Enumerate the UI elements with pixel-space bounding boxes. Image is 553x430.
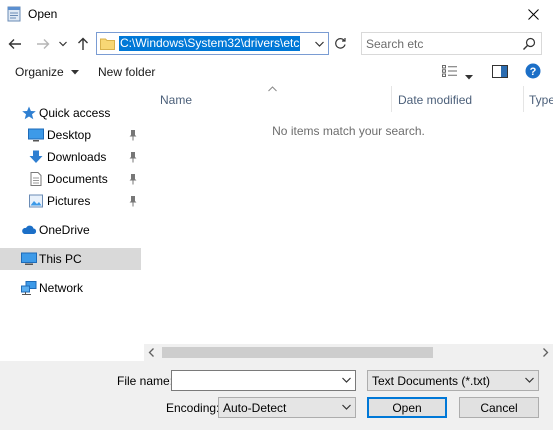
sidebar-item-label: Desktop (47, 128, 92, 142)
sidebar-item-this-pc[interactable]: This PC (0, 248, 141, 270)
computer-icon (21, 252, 37, 265)
sidebar-item-label: OneDrive (39, 223, 90, 237)
encoding-value: Auto-Detect (223, 401, 287, 415)
new-folder-button[interactable]: New folder (98, 65, 155, 79)
column-header-name[interactable]: Name (160, 93, 192, 107)
chevron-down-icon[interactable] (342, 377, 351, 383)
preview-pane-button[interactable] (492, 65, 508, 81)
open-button[interactable]: Open (367, 397, 447, 418)
file-type-select[interactable]: Text Documents (*.txt) (367, 370, 539, 391)
chevron-down-icon (465, 75, 473, 80)
pin-icon (129, 152, 137, 163)
star-icon (22, 106, 36, 120)
sidebar-item-quick-access[interactable]: Quick access (0, 102, 141, 124)
recent-locations-button[interactable] (56, 34, 70, 54)
navigation-pane: Quick access Desktop Downloads Documents (0, 88, 143, 361)
cloud-icon (22, 225, 37, 234)
scroll-thumb[interactable] (162, 347, 433, 358)
sidebar-item-downloads[interactable]: Downloads (0, 146, 141, 168)
window-title: Open (28, 7, 58, 21)
desktop-icon (28, 128, 44, 142)
refresh-icon (334, 38, 346, 49)
download-icon (29, 150, 43, 163)
sort-ascending-icon (268, 86, 277, 92)
sidebar-item-onedrive[interactable]: OneDrive (0, 219, 141, 241)
help-button[interactable]: ? (525, 63, 541, 82)
file-name-label: File name: (117, 374, 174, 388)
sidebar-item-documents[interactable]: Documents (0, 168, 141, 190)
pictures-icon (29, 194, 43, 208)
sidebar-item-label: Quick access (39, 106, 111, 120)
sidebar-item-label: This PC (39, 252, 82, 266)
up-button[interactable] (74, 34, 92, 54)
notepad-icon (7, 6, 21, 22)
organize-button[interactable]: Organize (15, 65, 80, 79)
sidebar-item-label: Pictures (47, 194, 91, 208)
view-options-dropdown[interactable] (465, 69, 473, 83)
new-folder-label: New folder (98, 65, 156, 79)
chevron-down-icon (525, 377, 534, 383)
arrow-right-icon (37, 39, 50, 49)
preview-pane-icon (492, 65, 508, 78)
chevron-down-icon (71, 70, 80, 75)
close-button[interactable] (513, 0, 553, 28)
close-icon (527, 8, 539, 20)
search-icon[interactable] (522, 37, 536, 51)
sidebar-item-desktop[interactable]: Desktop (0, 124, 141, 146)
address-bar[interactable]: C:\Windows\System32\drivers\etc (96, 32, 329, 55)
back-button[interactable] (6, 34, 24, 54)
chevron-down-icon (59, 41, 67, 47)
address-path[interactable]: C:\Windows\System32\drivers\etc (119, 36, 301, 51)
command-bar: Organize New folder ? (0, 60, 553, 86)
refresh-button[interactable] (330, 32, 350, 55)
sidebar-item-network[interactable]: Network (0, 277, 141, 299)
column-divider[interactable] (391, 86, 392, 112)
change-view-button[interactable] (442, 65, 458, 80)
chevron-down-icon (314, 41, 324, 47)
folder-icon (100, 38, 115, 50)
forward-button[interactable] (34, 34, 52, 54)
search-box[interactable] (361, 32, 542, 55)
network-icon (21, 281, 37, 295)
help-icon: ? (525, 63, 541, 79)
scroll-right-icon[interactable] (542, 347, 549, 358)
encoding-select[interactable]: Auto-Detect (218, 397, 356, 418)
chevron-down-icon (342, 404, 351, 410)
arrow-left-icon (8, 39, 21, 49)
pin-icon (129, 174, 137, 185)
address-row: C:\Windows\System32\drivers\etc (0, 30, 553, 58)
sidebar-item-label: Documents (47, 172, 108, 186)
arrow-up-icon (78, 37, 88, 50)
column-divider[interactable] (523, 86, 524, 112)
column-header-date-modified[interactable]: Date modified (398, 93, 472, 107)
organize-label: Organize (15, 65, 64, 79)
pin-icon (129, 130, 137, 141)
documents-icon (30, 172, 42, 186)
search-input[interactable] (366, 36, 516, 52)
view-details-icon (442, 65, 457, 77)
sidebar-item-label: Downloads (47, 150, 107, 164)
file-dialog-footer: File name: Text Documents (*.txt) Encodi… (0, 361, 553, 430)
encoding-label: Encoding: (166, 401, 220, 415)
empty-message: No items match your search. (272, 124, 425, 138)
title-bar: Open (0, 0, 553, 28)
address-dropdown[interactable] (312, 37, 326, 51)
column-header-type[interactable]: Type (529, 93, 553, 107)
sidebar-item-pictures[interactable]: Pictures (0, 190, 141, 212)
cancel-button[interactable]: Cancel (459, 397, 539, 418)
file-type-value: Text Documents (*.txt) (372, 374, 491, 388)
file-name-combobox[interactable] (171, 370, 356, 391)
scroll-left-icon[interactable] (148, 347, 155, 358)
pin-icon (129, 196, 137, 207)
horizontal-scrollbar[interactable] (144, 344, 553, 361)
help-glyph: ? (530, 66, 537, 78)
file-list[interactable]: Name Date modified Type No items match y… (144, 86, 553, 344)
sidebar-item-label: Network (39, 281, 84, 295)
